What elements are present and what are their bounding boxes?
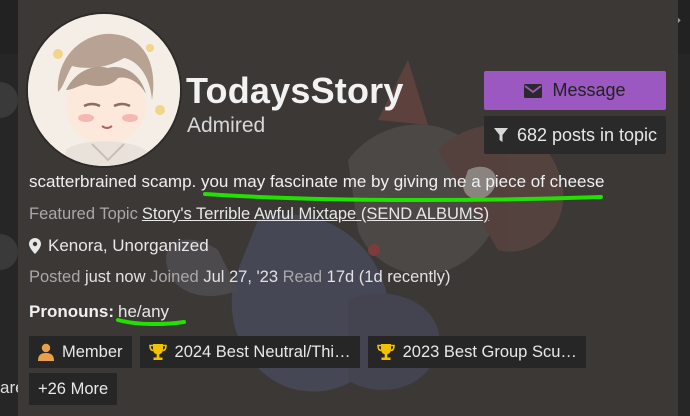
badge-label: Member [62, 342, 123, 361]
avatar-illustration [28, 14, 180, 166]
more-badges-button[interactable]: +26 More [29, 373, 118, 405]
avatar[interactable] [28, 14, 180, 166]
trophy-icon [148, 344, 167, 360]
joined-label: Joined [150, 268, 199, 286]
pronouns-annotation-underline [116, 318, 186, 327]
message-label: Message [552, 80, 626, 100]
filter-icon [493, 128, 508, 142]
user-icon [38, 343, 54, 361]
posts-label: 682 posts in topic [516, 124, 658, 145]
badge-2024-best-neutral[interactable]: 2024 Best Neutral/Thi… [139, 336, 360, 368]
user-title: Admired [187, 114, 266, 137]
bio-annotation-underline [203, 192, 603, 203]
posted-label: Posted [29, 268, 81, 286]
envelope-icon [524, 83, 543, 98]
featured-topic-link[interactable]: Story's Terrible Awful Mixtape (SEND ALB… [142, 205, 489, 223]
badge-label: 2023 Best Group Scu… [402, 342, 577, 361]
posts-in-topic-button[interactable]: 682 posts in topic [484, 116, 666, 154]
joined-value: Jul 27, '23 [203, 268, 279, 286]
featured-topic-label: Featured Topic [29, 205, 138, 223]
badge-member[interactable]: Member [29, 336, 132, 368]
user-meta: Posted just now Joined Jul 27, '23 Read … [29, 268, 450, 287]
map-marker-icon [29, 238, 41, 254]
read-value: 17d (1d recently) [326, 268, 451, 286]
badge-list: Member 2024 Best Neutral/Thi… 2023 Best … [29, 336, 586, 368]
posted-value: just now [84, 268, 146, 286]
user-card: TodaysStory Admired Message 682 posts in… [18, 0, 678, 416]
peek-avatar [0, 234, 18, 270]
badge-label: 2024 Best Neutral/Thi… [174, 342, 351, 361]
featured-topic: Featured Topic Story's Terrible Awful Mix… [29, 205, 489, 224]
username[interactable]: TodaysStory [186, 70, 404, 112]
badge-2023-best-group[interactable]: 2023 Best Group Scu… [367, 336, 586, 368]
pronouns-label: Pronouns: [29, 302, 114, 321]
peek-avatar [0, 82, 18, 118]
location-text: Kenora, Unorganized [48, 236, 209, 255]
location: Kenora, Unorganized [29, 236, 209, 256]
read-label: Read [282, 268, 323, 286]
trophy-icon [376, 344, 395, 360]
message-button[interactable]: Message [484, 71, 666, 110]
